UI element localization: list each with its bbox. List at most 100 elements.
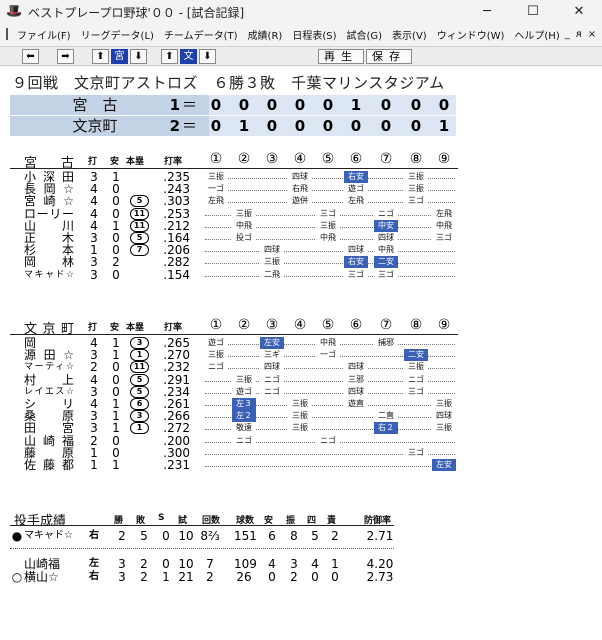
hits: 0 [112, 182, 120, 197]
at-bats-header: 打 [88, 323, 98, 333]
at-bat-result: 三振 [432, 398, 456, 410]
mdi-controls: _ ᴙ × [565, 29, 602, 40]
at-bat-result: 四球 [288, 171, 312, 183]
pitcher-stat: 2 [290, 570, 298, 584]
pitcher-stat: 26 [236, 570, 252, 584]
play-button[interactable]: 再生 [318, 48, 364, 64]
hit-result: 二安 [404, 349, 428, 362]
close-button[interactable]: ✕ [556, 0, 602, 24]
table-row: 源田☆ 3 1 1.270 三振 三ギ 一ゴ 二安 [0, 348, 602, 363]
at-bat-result: 三ゴ [404, 446, 428, 459]
menu-team-data[interactable]: チームデータ(T) [159, 27, 243, 42]
scoreboard-inning-score: 0 [410, 117, 422, 135]
hits: 0 [112, 231, 120, 245]
prev-game-button[interactable]: ⬅ [22, 48, 39, 64]
pitching-header: S [158, 513, 165, 523]
table-row: マキャド☆ 3 0 .154 二飛 三ゴ 三ゴ [0, 268, 602, 281]
hit-result: 左３ [232, 398, 256, 410]
menu-view[interactable]: 表示(V) [387, 27, 432, 42]
pitcher-name: 横山☆ [24, 570, 59, 584]
at-bat-result: 遊ゴ [344, 183, 368, 196]
scoreboard-equals: ＝ [182, 96, 198, 114]
menu-league-data[interactable]: リーグデータ(L) [76, 27, 159, 42]
player-name: 宮崎☆ [24, 194, 74, 209]
table-row: シ リ 4 1 6 .261 左３ 三振 遊直 三振 [0, 398, 602, 410]
pitcher-name: マキャド☆ [24, 530, 73, 541]
menu-file[interactable]: ファイル(F) [12, 27, 76, 42]
home-runs-badge: 5 [130, 373, 149, 386]
scoreboard-inning-score: 0 [266, 117, 278, 135]
menu-help[interactable]: ヘルプ(H) [509, 27, 564, 42]
at-bat-result: 三振 [204, 349, 228, 362]
scoreboard-inning-score: 0 [410, 96, 422, 114]
home-runs-badge: 6 [130, 398, 149, 410]
at-bat-result: ニゴ [316, 434, 340, 447]
hit-result: 左安 [260, 337, 284, 349]
at-bats: 3 [90, 255, 98, 270]
team2-up-button[interactable]: ⬆ [161, 48, 178, 64]
batting-average: .300 [163, 445, 190, 460]
pitcher-stat: 0 [311, 570, 319, 584]
table-row: 小深田 3 1 .235 三振 四球 右安 三振 [0, 171, 602, 183]
player-name: 山崎福 [24, 433, 74, 448]
player-name: 源田☆ [24, 348, 74, 363]
mdi-restore-button[interactable]: ᴙ [576, 29, 582, 40]
menu-window[interactable]: ウィンドウ(W) [432, 27, 510, 42]
inning-number-header: ③ [265, 151, 279, 167]
menu-game[interactable]: 試合(G) [341, 27, 387, 42]
pitcher-name: 山崎福 [24, 557, 61, 571]
home-runs-badge: 5 [130, 232, 149, 244]
scoreboard-inning-score: 0 [438, 96, 450, 114]
scoreboard-row: 文京町 2 ＝ 0 1 0 0 0 0 0 0 1 [10, 116, 456, 136]
at-bat-result: 四球 [344, 385, 368, 398]
decision-mark: ○ [11, 570, 23, 584]
table-row: 正 木 3 0 5 .164 投ゴ 中飛 四球 三ゴ [0, 232, 602, 244]
batting-average: .243 [163, 182, 190, 197]
save-button[interactable]: 保存 [366, 48, 412, 64]
at-bat-result: 中飛 [316, 337, 340, 349]
team1-toggle-button[interactable]: 宮 [111, 48, 128, 64]
hits-header: 安 [110, 157, 120, 167]
at-bat-result: 投ゴ [232, 232, 256, 244]
maximize-button[interactable]: ☐ [510, 0, 556, 24]
pitcher-stat: 8 [290, 529, 298, 543]
at-bats: 3 [90, 421, 98, 436]
at-bat-result: 二直 [374, 410, 398, 423]
at-bat-result: 遊直 [344, 398, 368, 410]
average-header: 打率 [164, 323, 183, 333]
at-bats: 3 [90, 348, 98, 363]
team2-down-button[interactable]: ⬇ [199, 48, 216, 64]
pitcher-stat: 4 [311, 557, 319, 571]
pitcher-stat: 5 [140, 529, 148, 543]
at-bats: 3 [90, 409, 98, 424]
home-runs-badge: 1 [130, 422, 149, 435]
at-bat-result: 中飛 [432, 219, 456, 232]
hits: 2 [112, 255, 120, 270]
at-bats: 3 [90, 384, 98, 399]
document-icon[interactable] [6, 28, 8, 40]
menu-schedule[interactable]: 日程表(S) [287, 27, 341, 42]
mdi-close-button[interactable]: × [588, 29, 596, 40]
at-bat-result: 一ゴ [204, 183, 228, 196]
at-bat-result: 三振 [288, 410, 312, 423]
mdi-minimize-button[interactable]: _ [565, 29, 570, 40]
scoreboard-inning-score: 0 [266, 96, 278, 114]
team2-toggle-button[interactable]: 文 [180, 48, 197, 64]
pitcher-stat: 0 [331, 570, 339, 584]
at-bats: 1 [90, 243, 98, 258]
table-row: 岡 林 3 2 .282 三振 右安 二安 [0, 255, 602, 270]
batting-average: .303 [163, 194, 190, 209]
menu-stats[interactable]: 成績(R) [243, 27, 288, 42]
batting-average: .206 [163, 243, 190, 258]
next-game-button[interactable]: ➡ [57, 48, 74, 64]
hits: 0 [112, 360, 120, 375]
team1-down-button[interactable]: ⬇ [130, 48, 147, 64]
pitching-divider [10, 548, 394, 549]
home-runs-badge: 3 [130, 337, 149, 349]
at-bats: 4 [90, 194, 98, 209]
batting-average: .266 [163, 409, 190, 424]
team1-up-button[interactable]: ⬆ [92, 48, 109, 64]
hits-header: 安 [110, 323, 120, 333]
minimize-button[interactable]: ─ [464, 0, 510, 24]
at-bat-result: 四球 [374, 232, 398, 244]
